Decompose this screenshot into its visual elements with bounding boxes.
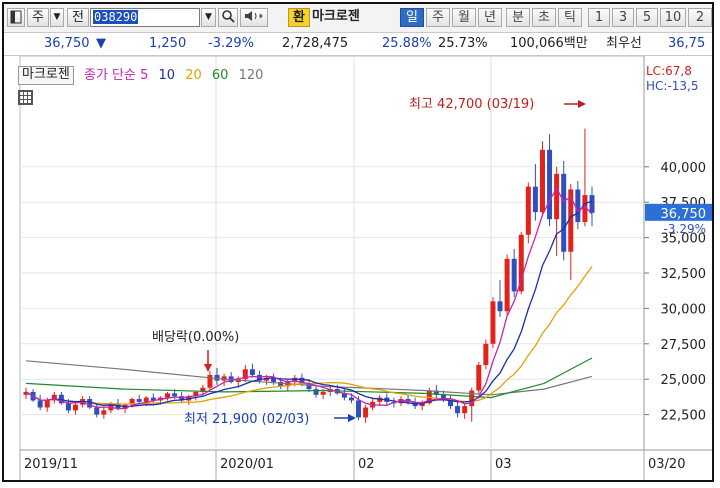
candle-body — [497, 301, 503, 312]
lc-label: LC:67,8 — [646, 64, 692, 78]
x-tick-label: 2019/11 — [24, 457, 78, 472]
stock-name: 마크로젠 — [312, 9, 360, 24]
candle-body — [518, 234, 524, 292]
candle-body — [73, 404, 79, 411]
candle-body — [504, 258, 510, 312]
current-price: 36,750 — [44, 36, 90, 51]
candlestick-chart[interactable]: 40,00037,50035,00032,50030,00027,50025,0… — [4, 55, 712, 480]
window-menu-icon[interactable] — [7, 8, 25, 27]
candle-body — [165, 393, 170, 398]
candle-body — [547, 149, 553, 220]
current-price-tag-label: 36,750 — [661, 207, 707, 222]
legend-ma120: 120 — [238, 68, 264, 83]
candle-body — [313, 389, 319, 395]
best-quote-label: 최우선 — [606, 36, 642, 51]
interval-20-button[interactable]: 2 — [688, 8, 712, 27]
legend-stock-name[interactable]: 마크로젠 — [18, 66, 74, 85]
current-change-label: -3.29% — [664, 222, 706, 236]
hc-label: HC:-13,5 — [646, 79, 699, 93]
interval-10-button[interactable]: 10 — [660, 8, 686, 27]
chart-legend: 마크로젠 종가 단순 5 10 20 60 120 — [18, 64, 269, 85]
low-annotation: 최저 21,900 (02/03) — [184, 412, 309, 427]
candle-body — [561, 173, 567, 252]
grid-toggle-icon[interactable] — [18, 90, 33, 105]
change-percent: -3.29% — [208, 36, 254, 51]
candle-body — [143, 397, 149, 402]
chart-area[interactable]: 40,000 37,500 35,000 32,500 30,000 27,500 25,0… — [4, 55, 712, 480]
candle-body — [320, 391, 326, 395]
candle-body — [207, 374, 213, 388]
candle-body — [101, 410, 107, 415]
interval-5-button[interactable]: 5 — [636, 8, 658, 27]
legend-ma60: 60 — [211, 68, 229, 83]
stock-code-value: 038290 — [93, 10, 139, 24]
period-day-tab[interactable]: 일 — [400, 8, 424, 27]
candle-body — [589, 195, 595, 213]
down-triangle-icon: ▼ — [96, 36, 106, 51]
market-cap: 100,066백만 — [510, 36, 588, 51]
y-tick-label: 25,000 — [661, 373, 707, 388]
market-selector[interactable]: 주 — [27, 8, 49, 27]
x-tick-label: 02 — [358, 457, 375, 472]
candle-body — [575, 189, 581, 223]
y-tick-label: 22,500 — [661, 409, 707, 424]
quote-bar: 36,750 ▼ 1,250 -3.29% 2,728,475 25.88% 2… — [4, 33, 712, 56]
x-tick-label: 2020/01 — [220, 457, 274, 472]
candle-body — [249, 369, 255, 375]
candle-body — [172, 393, 178, 397]
candle-body — [525, 186, 531, 235]
y-tick-label: 30,000 — [661, 302, 707, 317]
period-tick-tab[interactable]: 틱 — [558, 8, 582, 27]
candle-body — [65, 403, 71, 411]
y-tick-label: 40,000 — [661, 161, 707, 176]
period-year-tab[interactable]: 년 — [478, 8, 502, 27]
period-second-tab[interactable]: 초 — [532, 8, 556, 27]
y-tick-label: 32,500 — [661, 267, 707, 282]
ratio-1: 25.88% — [382, 36, 432, 51]
x-tick-label: 03/20 — [648, 457, 685, 472]
candle-body — [554, 173, 560, 220]
candle-body — [44, 400, 50, 408]
dividend-annotation: 배당락(0.00%) — [152, 330, 239, 345]
ratio-2: 25.73% — [438, 36, 488, 51]
legend-ma20: 20 — [185, 68, 202, 83]
period-minute-tab[interactable]: 분 — [506, 8, 530, 27]
candle-body — [483, 343, 489, 366]
candle-body — [462, 406, 468, 414]
legend-ma-label: 종가 단순 5 — [83, 68, 149, 83]
candle-body — [356, 400, 362, 418]
interval-3-button[interactable]: 3 — [612, 8, 634, 27]
candle-body — [94, 407, 100, 415]
code-dropdown-icon[interactable]: ▼ — [201, 8, 216, 27]
period-week-tab[interactable]: 주 — [426, 8, 450, 27]
interval-1-button[interactable]: 1 — [588, 8, 610, 27]
toolbar: 주 ▼ 전 038290 ▼ 환 마크로젠 일 주 월 년 분 초 틱 1 3 … — [4, 4, 712, 33]
legend-ma10: 10 — [158, 68, 176, 83]
volume: 2,728,475 — [282, 36, 349, 51]
market-dropdown-icon[interactable]: ▼ — [50, 8, 64, 27]
search-icon[interactable] — [218, 8, 238, 27]
y-tick-label: 27,500 — [661, 338, 707, 353]
sound-icon[interactable] — [240, 8, 268, 27]
candle-body — [539, 149, 545, 213]
high-annotation: 최고 42,700 (03/19) — [409, 97, 534, 112]
candle-body — [455, 406, 461, 414]
price-change: 1,250 — [149, 36, 187, 51]
best-quote-price: 36,75 — [668, 36, 706, 51]
stock-code-input[interactable]: 038290 — [90, 8, 200, 27]
candle-body — [511, 258, 517, 292]
candle-body — [532, 186, 538, 213]
candle-body — [476, 365, 482, 391]
chart-window: 주 ▼ 전 038290 ▼ 환 마크로젠 일 주 월 년 분 초 틱 1 3 … — [2, 2, 714, 482]
candle-body — [363, 407, 369, 418]
period-month-tab[interactable]: 월 — [452, 8, 476, 27]
candle-body — [136, 399, 142, 402]
x-tick-label: 03 — [495, 457, 512, 472]
candle-body — [87, 399, 93, 408]
exchange-button[interactable]: 환 — [288, 8, 310, 27]
candle-body — [348, 397, 354, 401]
prefix-button[interactable]: 전 — [67, 8, 89, 27]
candle-body — [490, 301, 496, 344]
candle-body — [37, 400, 43, 408]
